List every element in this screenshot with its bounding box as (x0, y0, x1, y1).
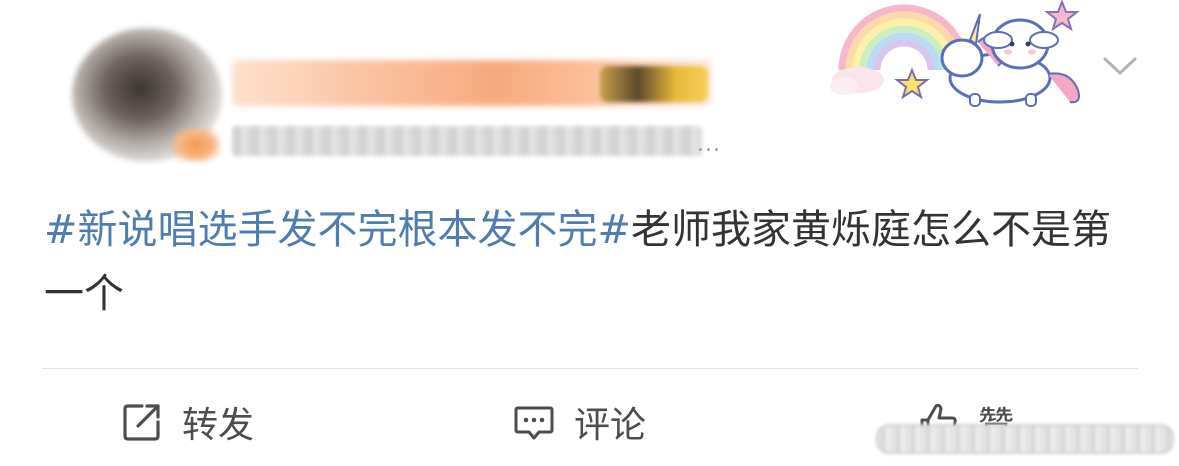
vip-badge-icon (600, 66, 708, 102)
repost-icon (123, 404, 160, 441)
like-count-blurred (876, 424, 1174, 454)
comment-label: 评论 (574, 405, 647, 446)
meta-ellipsis: ... (697, 132, 721, 157)
rainbow-unicorn-sticker-icon (830, 0, 1080, 107)
repost-label: 转发 (182, 405, 255, 446)
divider (42, 368, 1138, 369)
avatar-badge (172, 128, 220, 162)
comment-icon (514, 406, 554, 440)
chevron-down-icon[interactable] (1102, 54, 1138, 78)
hashtag-link[interactable]: #新说唱选手发不完根本发不完# (44, 207, 631, 253)
comment-button[interactable]: 评论 (512, 396, 646, 448)
post-content: #新说唱选手发不完根本发不完#老师我家黄烁庭怎么不是第一个 (44, 198, 1144, 326)
post-meta-blurred (232, 126, 702, 156)
repost-button[interactable]: 转发 (120, 396, 254, 448)
weibo-post-card: ... #新说唱选手发不完根本发不完#老师我家黄烁庭怎么不是第一个 转发 评论 (0, 0, 1179, 466)
